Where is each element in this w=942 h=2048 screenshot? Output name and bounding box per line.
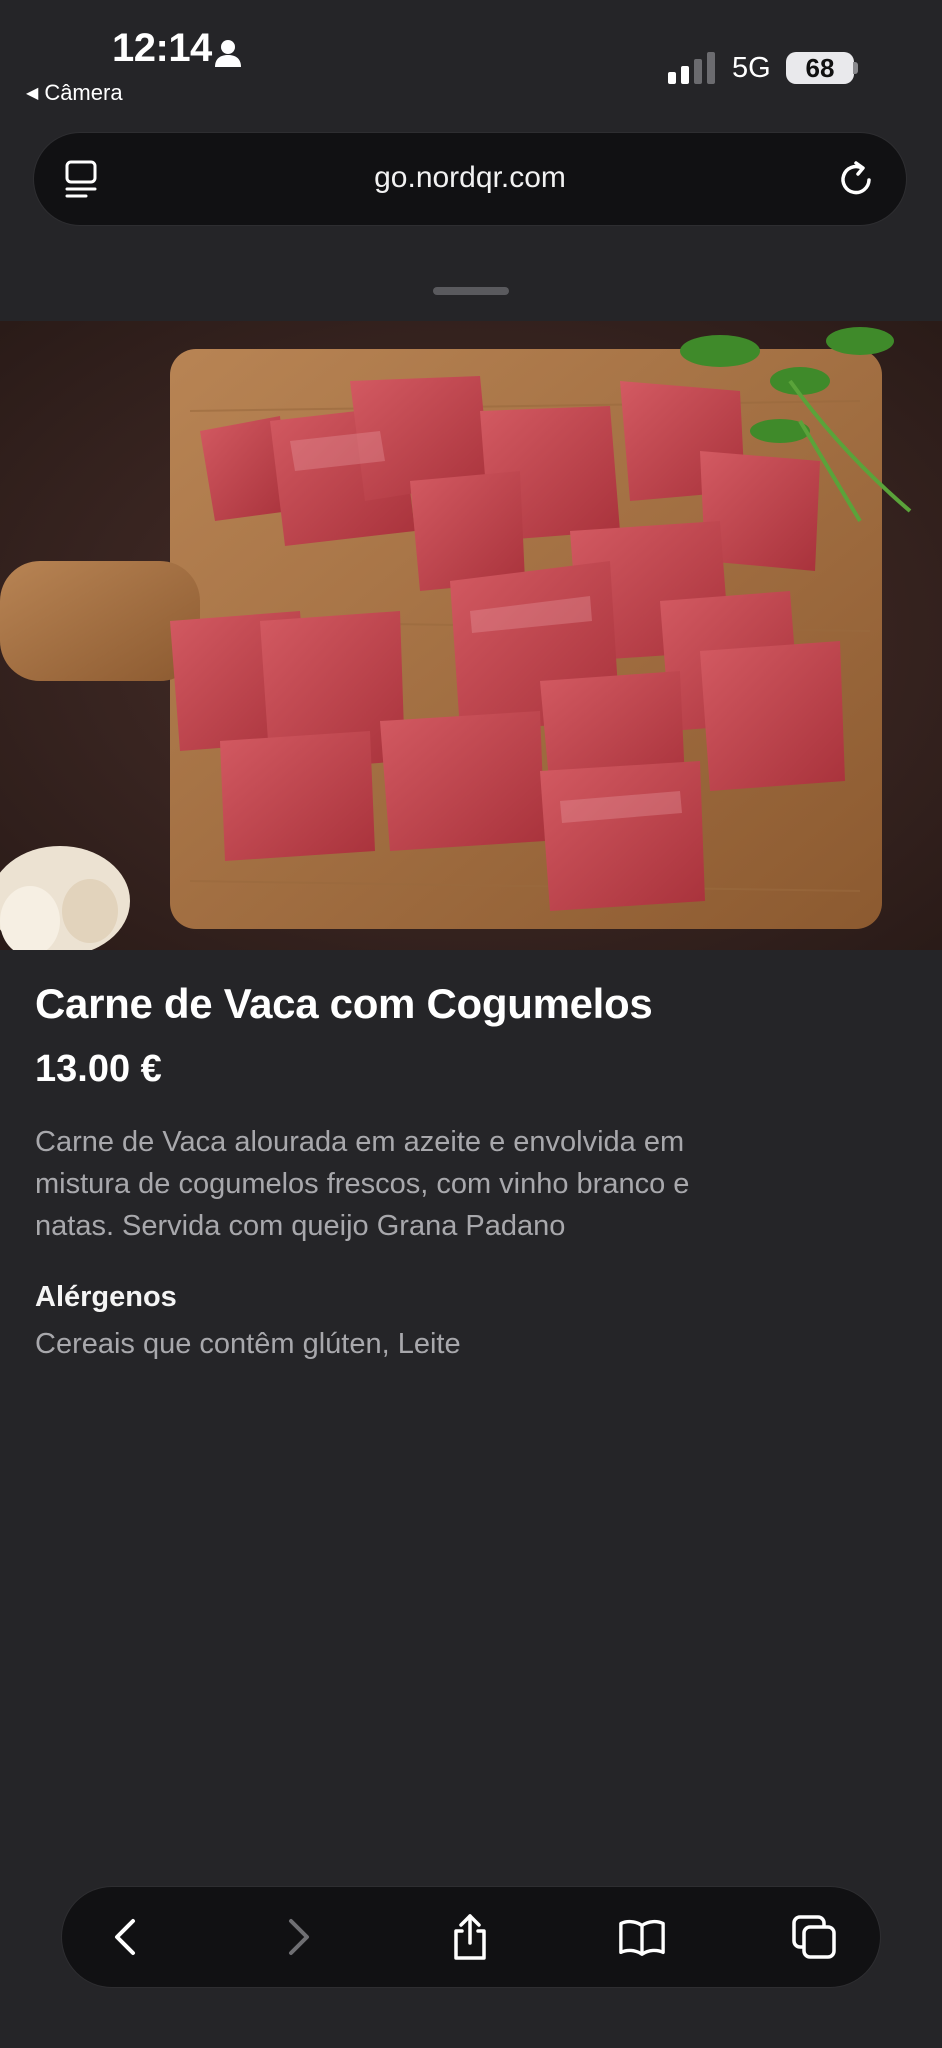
address-bar[interactable]: go.nordqr.com — [34, 133, 906, 225]
back-button[interactable] — [102, 1913, 150, 1961]
tabs-button[interactable] — [790, 1913, 838, 1961]
back-icon — [115, 1919, 135, 1955]
back-triangle-icon: ◀ — [26, 85, 39, 102]
network-type: 5G — [732, 52, 771, 84]
reload-icon[interactable] — [836, 159, 876, 204]
signal-icon — [668, 52, 718, 89]
forward-icon — [289, 1919, 309, 1955]
allergens-heading: Alérgenos — [35, 1281, 177, 1313]
battery-indicator: 68 — [786, 52, 854, 84]
tabs-icon — [792, 1915, 836, 1959]
product-details: Carne de Vaca com Cogumelos 13.00 € Carn… — [35, 980, 875, 1361]
status-bar: 12:14 ◀ Câmera 5G 68 — [0, 0, 942, 110]
share-icon — [454, 1914, 486, 1960]
person-icon — [214, 38, 242, 73]
status-time: 12:14 — [112, 26, 212, 70]
browser-toolbar — [62, 1887, 880, 1987]
back-app-label: Câmera — [44, 80, 123, 105]
product-description: Carne de Vaca alourada em azeite e envol… — [35, 1126, 690, 1242]
allergens-list: Cereais que contêm glúten, Leite — [35, 1328, 461, 1360]
product-name: Carne de Vaca com Cogumelos — [35, 980, 653, 1027]
sheet-grabber[interactable] — [433, 287, 509, 295]
product-image — [0, 321, 942, 950]
share-button[interactable] — [446, 1913, 494, 1961]
back-to-app-link[interactable]: ◀ Câmera — [26, 80, 123, 106]
bookmarks-button[interactable] — [618, 1913, 666, 1961]
forward-button[interactable] — [274, 1913, 322, 1961]
product-price: 13.00 € — [35, 1048, 162, 1090]
bookmarks-icon — [619, 1919, 665, 1956]
battery-cap — [853, 62, 858, 74]
url-text[interactable]: go.nordqr.com — [34, 161, 906, 195]
